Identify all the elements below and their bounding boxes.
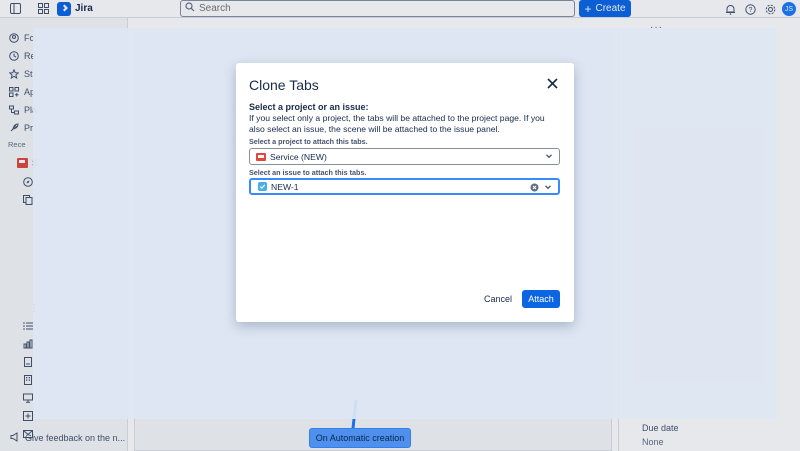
close-button[interactable] [544,77,560,93]
project-select-value: Service (NEW) [270,151,327,162]
task-checkbox-icon [257,182,267,192]
clone-tabs-dialog: Clone Tabs Select a project or an issue:… [236,63,574,322]
project-select[interactable]: Service (NEW) [249,148,560,165]
issue-select-value: NEW-1 [271,181,299,192]
close-icon [546,78,558,92]
dialog-title: Clone Tabs [249,77,319,93]
chevron-down-icon[interactable] [544,183,552,191]
cancel-button[interactable]: Cancel [479,290,517,308]
chevron-down-icon[interactable] [545,152,553,160]
attach-button[interactable]: Attach [522,290,560,308]
section-title: Select a project or an issue: [249,102,369,112]
dialog-description: If you select only a project, the tabs w… [249,113,545,134]
issue-field-label: Select an issue to attach this tabs. [249,168,367,177]
project-avatar-icon [256,152,266,162]
clear-selection-icon[interactable] [530,183,539,192]
project-field-label: Select a project to attach this tabs. [249,137,368,146]
issue-select[interactable]: NEW-1 [249,178,560,195]
